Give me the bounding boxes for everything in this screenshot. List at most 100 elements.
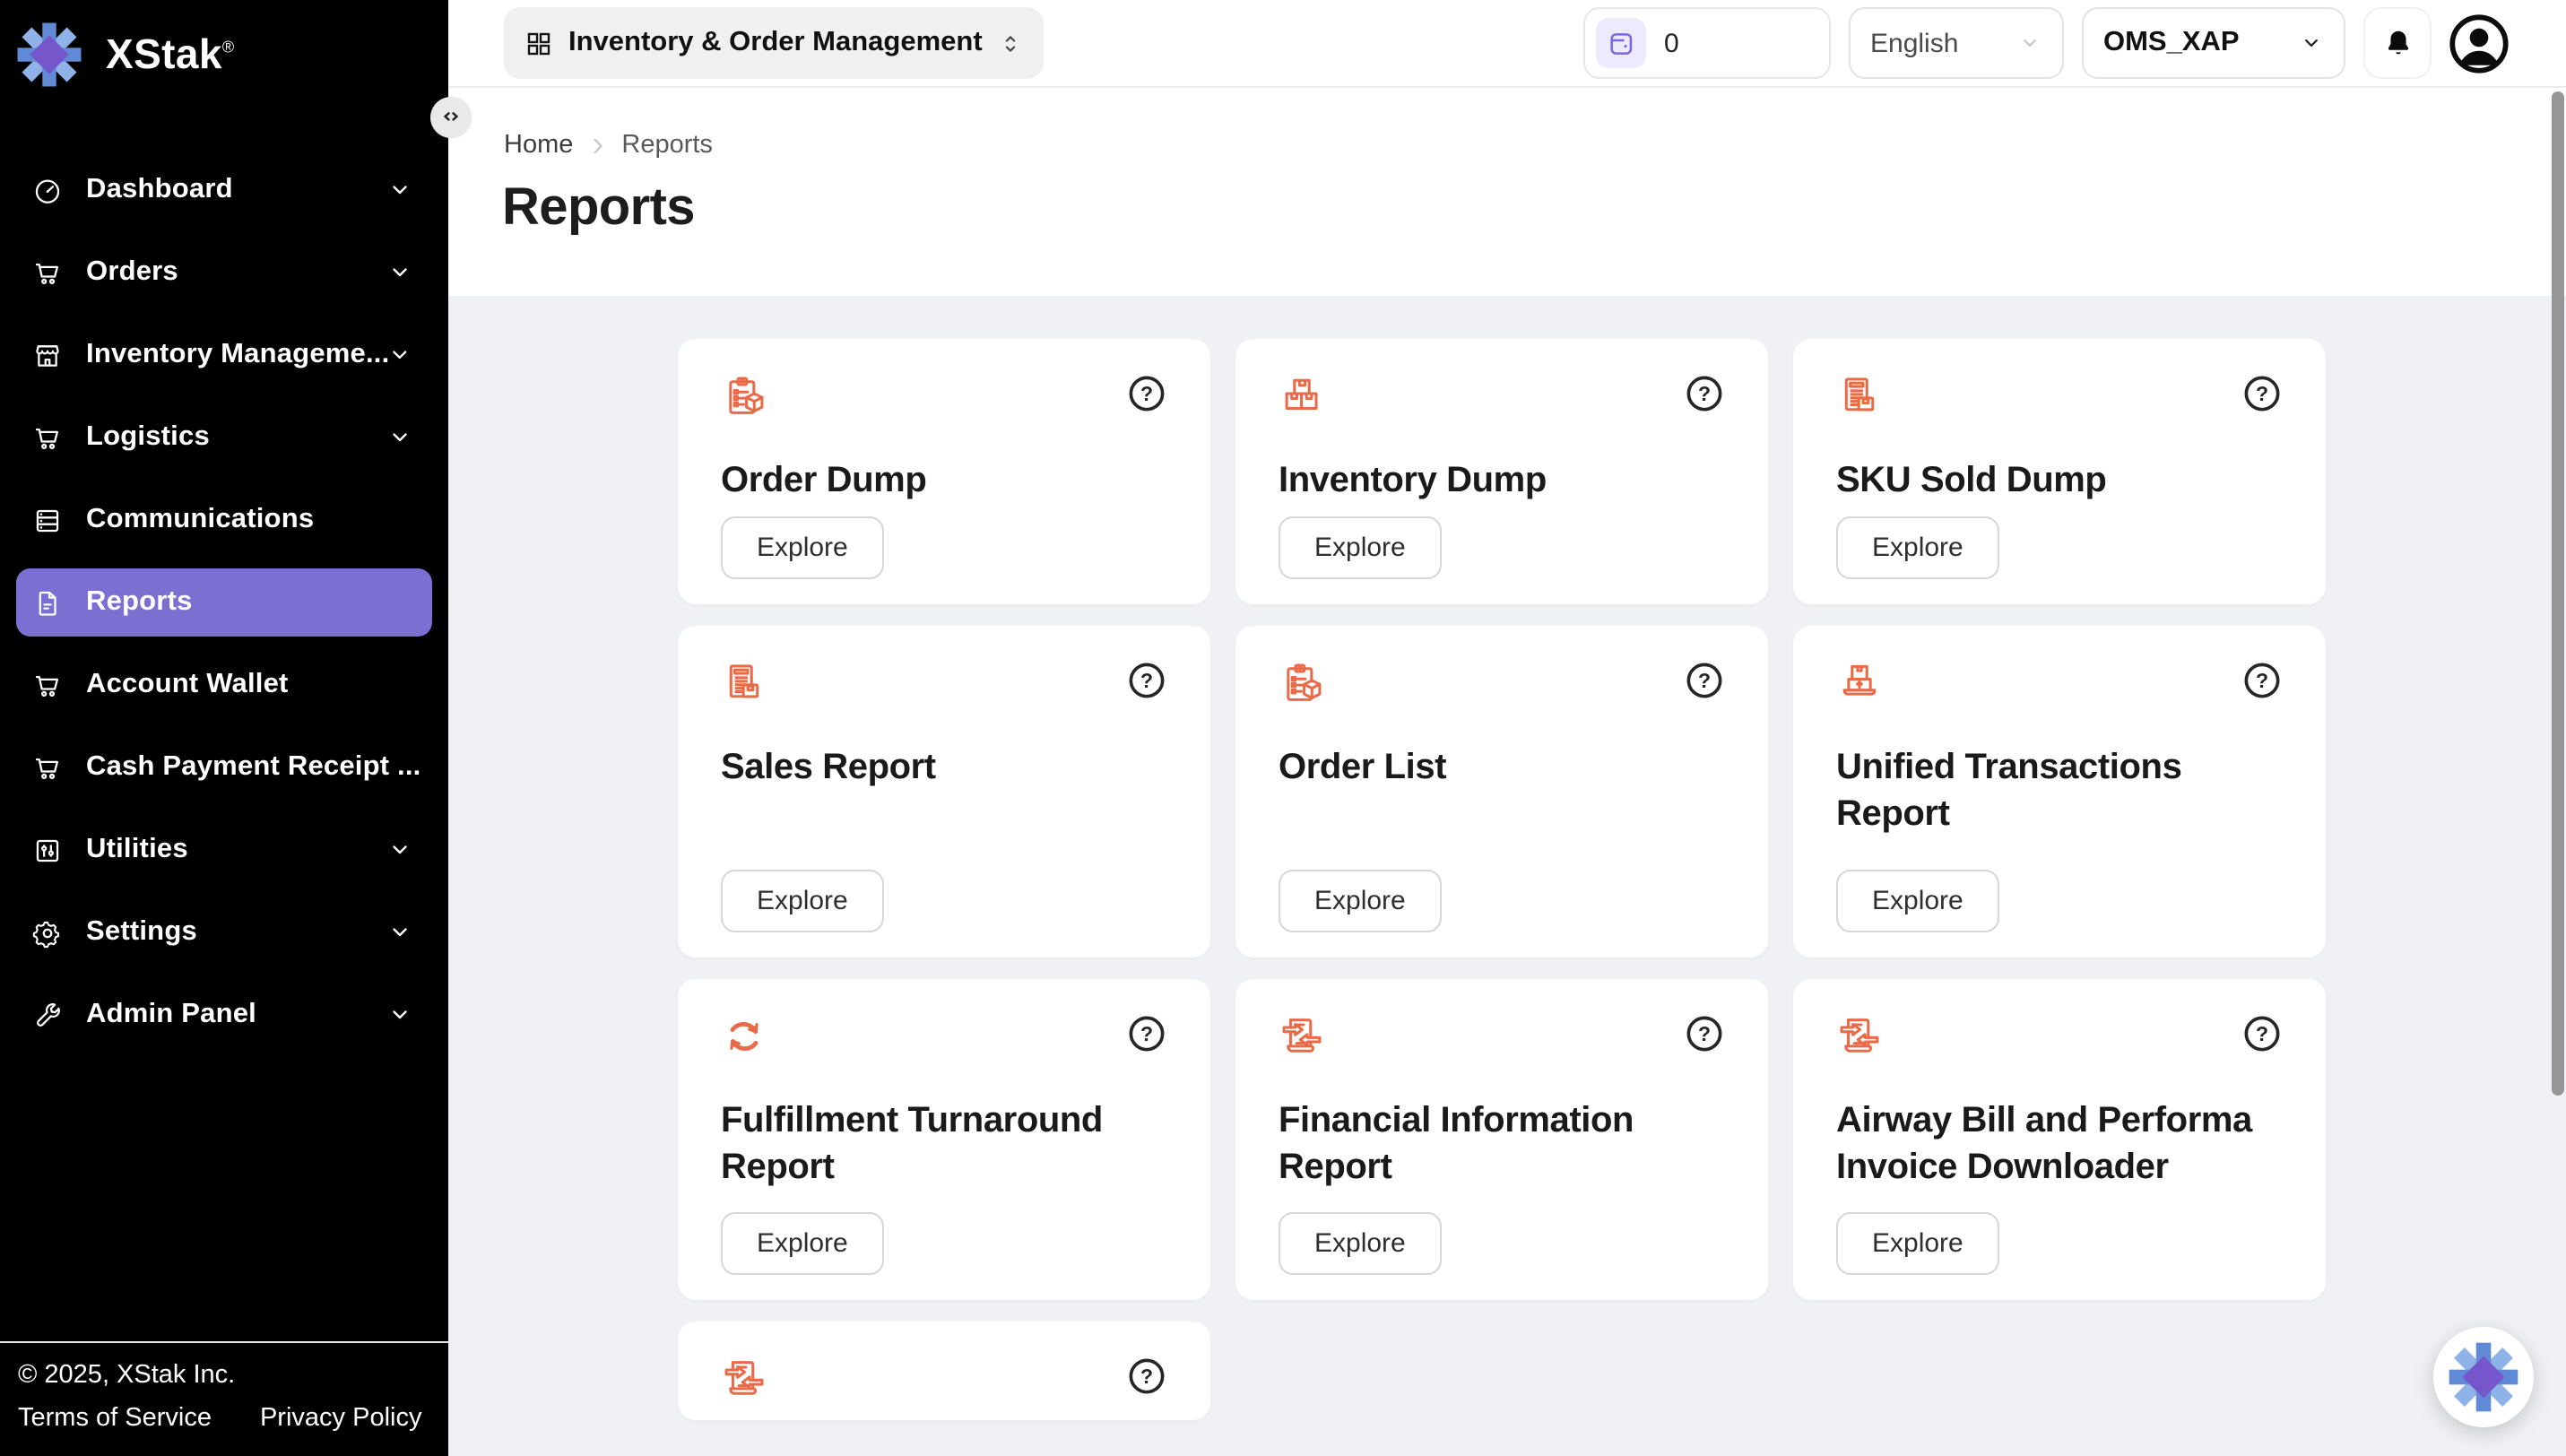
user-avatar[interactable] <box>2449 13 2509 73</box>
explore-button[interactable]: Explore <box>1279 870 1442 932</box>
doc-box-icon <box>1836 373 1883 420</box>
sidebar-item-settings[interactable]: Settings <box>16 898 432 966</box>
card-top-row <box>1279 660 1725 706</box>
help-button[interactable] <box>1126 373 1167 414</box>
help-button[interactable] <box>1684 373 1725 414</box>
report-card-airway-bill-and-performa-invoice-downloader: Airway Bill and Performa Invoice Downloa… <box>1793 979 2326 1300</box>
explore-button[interactable]: Explore <box>721 870 884 932</box>
sidebar-item-inventory-manageme[interactable]: Inventory Manageme... <box>16 321 432 389</box>
card-top-row <box>721 1013 1167 1060</box>
explore-button[interactable]: Explore <box>1836 516 1999 579</box>
report-card-inventory-dump: Inventory Dump Explore <box>1235 339 1768 604</box>
help-button[interactable] <box>2241 1013 2283 1054</box>
chevron-down-icon <box>2299 30 2324 56</box>
explore-button[interactable]: Explore <box>721 516 884 579</box>
chevron-down-icon <box>389 344 411 366</box>
chevron-down-icon <box>389 427 411 448</box>
brand-logo: XStak® <box>0 0 448 90</box>
sidebar-item-account-wallet[interactable]: Account Wallet <box>16 651 432 719</box>
doc-exchange-icon <box>721 1356 767 1402</box>
report-card-title: Fulfillment Turnaround Report <box>721 1097 1167 1191</box>
report-card-title: Sales Report <box>721 744 1167 791</box>
sidebar-collapse-toggle[interactable] <box>430 97 472 138</box>
help-button[interactable] <box>1126 660 1167 701</box>
sidebar-nav: Dashboard Orders Inventory Manageme... L… <box>0 156 448 1049</box>
notifications-button[interactable] <box>2363 7 2432 79</box>
help-button[interactable] <box>2241 373 2283 414</box>
report-card-financial-information-report: Financial Information Report Explore <box>1235 979 1768 1300</box>
sidebar-item-utilities[interactable]: Utilities <box>16 816 432 884</box>
privacy-policy-link[interactable]: Privacy Policy <box>260 1404 422 1433</box>
report-card-unified-transactions-report: Unified Transactions Report Explore <box>1793 626 2326 958</box>
sidebar-item-logistics[interactable]: Logistics <box>16 403 432 472</box>
breadcrumb-home-link[interactable]: Home <box>504 131 573 160</box>
sidebar-item-reports[interactable]: Reports <box>16 568 432 637</box>
cart-icon <box>32 422 63 453</box>
help-button[interactable] <box>1126 1013 1167 1054</box>
card-top-row <box>1836 1013 2283 1060</box>
sidebar-item-communications[interactable]: Communications <box>16 486 432 554</box>
page-header: Home Reports Reports <box>448 88 2566 296</box>
question-icon <box>2241 660 2283 701</box>
terms-of-service-link[interactable]: Terms of Service <box>18 1404 212 1433</box>
language-select[interactable]: English <box>1849 7 2064 79</box>
wallet-balance[interactable]: 0 <box>1583 7 1831 79</box>
page-title: Reports <box>502 179 2566 238</box>
gauge-icon <box>32 175 63 205</box>
tenant-value: OMS_XAP <box>2103 27 2240 59</box>
sidebar-item-admin-panel[interactable]: Admin Panel <box>16 981 432 1049</box>
report-card-title: Unified Transactions Report <box>1836 744 2283 837</box>
content-area: Order Dump Explore Inventory Dump Explor… <box>448 296 2566 1456</box>
report-card-partial: Explore <box>678 1322 1210 1420</box>
language-value: English <box>1870 28 1958 58</box>
question-icon <box>1126 660 1167 701</box>
card-top-row <box>1836 660 2283 706</box>
help-button[interactable] <box>2241 660 2283 701</box>
sidebar-item-label: Logistics <box>86 421 210 454</box>
explore-button[interactable]: Explore <box>1836 1212 1999 1275</box>
question-icon <box>2241 373 2283 414</box>
sidebar-item-label: Settings <box>86 916 197 949</box>
sidebar-item-label: Dashboard <box>86 174 233 206</box>
report-card-title: Order List <box>1279 744 1725 791</box>
chevron-down-icon <box>389 262 411 283</box>
sidebar-item-orders[interactable]: Orders <box>16 238 432 307</box>
wallet-icon <box>1596 18 1646 68</box>
report-card-sku-sold-dump: SKU Sold Dump Explore <box>1793 339 2326 604</box>
person-icon <box>2449 13 2509 73</box>
question-icon <box>1126 1356 1167 1397</box>
bell-icon <box>2380 26 2414 60</box>
clipboard-box-icon <box>721 373 767 420</box>
explore-button[interactable]: Explore <box>1279 516 1442 579</box>
question-icon <box>1684 1013 1725 1054</box>
app-switcher-label: Inventory & Order Management <box>568 27 983 59</box>
explore-button[interactable]: Explore <box>1836 870 1999 932</box>
xstak-logo-icon <box>16 21 82 87</box>
help-button[interactable] <box>1126 1356 1167 1397</box>
sidebar-item-label: Cash Payment Receipt ... <box>86 751 421 784</box>
help-button[interactable] <box>1684 660 1725 701</box>
report-card-order-dump: Order Dump Explore <box>678 339 1210 604</box>
box-upload-icon <box>1836 660 1883 706</box>
chevron-down-icon <box>389 922 411 943</box>
sidebar-item-dashboard[interactable]: Dashboard <box>16 156 432 224</box>
report-card-title: SKU Sold Dump <box>1836 457 2283 504</box>
sidebar-item-cash-payment-receipt[interactable]: Cash Payment Receipt ... <box>16 733 432 802</box>
sidebar: XStak® Dashboard Orders Inventory Manage… <box>0 0 448 1456</box>
report-card-title: Airway Bill and Performa Invoice Downloa… <box>1836 1097 2283 1191</box>
card-top-row <box>1279 373 1725 420</box>
report-cards-grid: Order Dump Explore Inventory Dump Explor… <box>678 339 2326 1420</box>
explore-button[interactable]: Explore <box>1279 1212 1442 1275</box>
cart-icon <box>32 670 63 700</box>
app-switcher-dropdown[interactable]: Inventory & Order Management <box>504 7 1044 79</box>
help-button[interactable] <box>1684 1013 1725 1054</box>
tenant-select[interactable]: OMS_XAP <box>2082 7 2345 79</box>
file-icon <box>32 587 63 618</box>
sidebar-item-label: Orders <box>86 256 178 289</box>
server-icon <box>32 505 63 535</box>
gear-icon <box>32 917 63 948</box>
registered-mark: ® <box>222 38 235 56</box>
explore-button[interactable]: Explore <box>721 1212 884 1275</box>
vertical-scrollbar[interactable] <box>2552 91 2564 1096</box>
card-top-row <box>721 1356 1167 1402</box>
